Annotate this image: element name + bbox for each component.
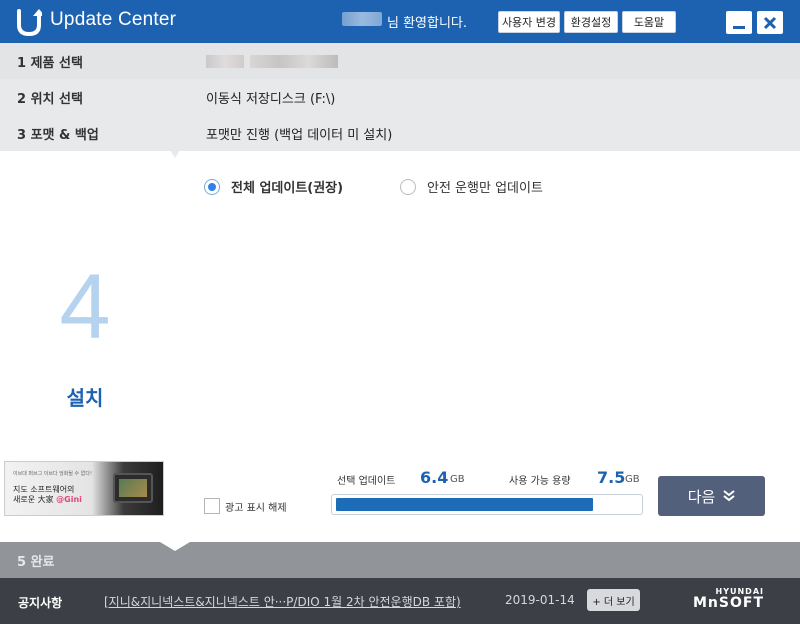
step-location-select: 2 위치 선택 이동식 저장디스크 (F:\) [0,79,800,115]
step-pointer-bottom-icon [160,542,190,551]
step-pointer-icon [160,150,190,158]
available-space-value: 7.5 [597,468,626,487]
navigation-device-image [113,473,153,503]
available-space-label: 사용 가능 용량 [509,476,571,487]
step-label: 2 위치 선택 [17,92,83,107]
step-label: 1 제품 선택 [17,56,83,71]
app-logo-icon [17,9,42,37]
step-divider [170,79,180,115]
full-update-label: 전체 업데이트(권장) [231,181,344,196]
hide-ad-label: 광고 표시 해제 [225,503,287,514]
next-button[interactable]: 다음 [658,476,765,516]
panel-connector [166,151,182,542]
ad-subheadline-text: 새로운 大家 [13,495,54,504]
step-complete: 5 완료 [0,542,800,578]
selected-update-value: 6.4 [420,468,449,487]
ad-brand: @Gini [56,495,82,504]
product-name-redacted [206,55,244,68]
notice-title: 공지사항 [18,596,63,610]
settings-button[interactable]: 환경설정 [564,11,618,33]
current-step-label: 설치 [66,386,104,410]
full-update-radio[interactable]: 전체 업데이트(권장) [204,177,343,196]
notice-link[interactable]: [지니&지니넥스트&지니넥스트 안···P/DIO 1월 2차 안전운행DB 포… [104,593,461,610]
available-space-unit: GB [625,474,640,485]
product-model-redacted [250,55,338,68]
user-name-redacted [342,12,382,26]
app-title: Update Center [50,9,177,30]
help-button[interactable]: 도움말 [622,11,676,33]
selected-update-label: 선택 업데이트 [337,476,396,487]
current-step-number: 4 [59,256,111,358]
hide-ad-checkbox[interactable] [204,498,220,514]
radio-selected-icon [204,178,220,195]
step-product-select: 1 제품 선택 [0,43,800,79]
notice-bar: 공지사항 [지니&지니넥스트&지니넥스트 안···P/DIO 1월 2차 안전운… [0,578,800,624]
minimize-button[interactable] [726,11,752,34]
welcome-text: 님 환영합니다. [387,16,468,31]
safe-update-radio[interactable]: 안전 운행만 업데이트 [400,177,543,196]
ad-banner[interactable]: 이브대 퍼브그 이브다 엉화될 수 없다! 지도 소프트웨어의 새로운 大家 @… [4,461,164,516]
selected-update-unit: GB [450,474,465,485]
double-chevron-down-icon [723,490,735,502]
brand-bottom-text: MnSOFT [693,595,764,611]
close-button[interactable] [757,11,783,34]
minimize-icon [733,25,745,29]
radio-unselected-icon [400,178,416,195]
close-icon [763,16,777,29]
safe-update-label: 안전 운행만 업데이트 [427,181,543,196]
capacity-progress-bar [331,494,643,515]
progress-fill [336,498,593,511]
notice-date: 2019-01-14 [505,593,575,607]
next-button-label: 다음 [687,487,716,506]
step-label: 5 완료 [17,555,55,570]
ad-tagline: 이브대 퍼브그 이브다 엉화될 수 없다! [13,471,92,477]
step-value: 이동식 저장디스크 (F:\) [206,92,336,107]
change-user-button[interactable]: 사용자 변경 [498,11,560,33]
step-format-backup: 3 포맷 & 백업 포맷만 진행 (백업 데이터 미 설치) [0,115,800,151]
step-value: 포맷만 진행 (백업 데이터 미 설치) [206,128,393,143]
brand-logo: HYUNDAI MnSOFT [693,587,764,611]
step-label: 3 포맷 & 백업 [17,128,99,143]
more-button[interactable]: + 더 보기 [587,589,640,611]
title-bar: Update Center 님 환영합니다. 사용자 변경 환경설정 도움말 [0,0,800,43]
ad-subheadline: 새로운 大家 @Gini [13,494,82,505]
